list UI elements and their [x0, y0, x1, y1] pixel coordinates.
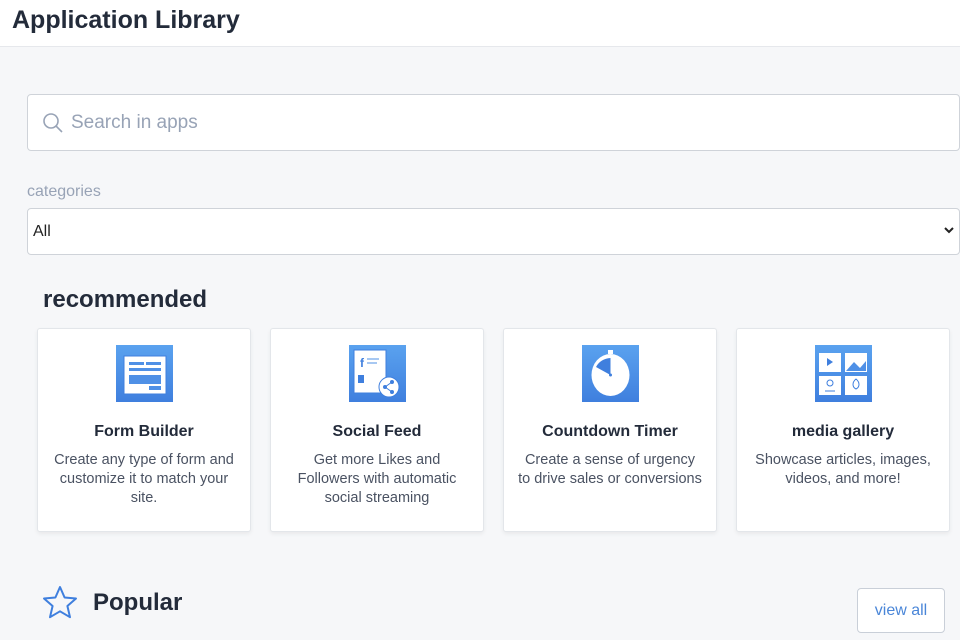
- social-feed-icon: f: [349, 345, 406, 402]
- app-description: Create any type of form and customize it…: [54, 452, 234, 506]
- stopwatch-icon: [582, 345, 639, 402]
- app-card-social-feed[interactable]: f Social Feed Get more Likes and Followe…: [270, 328, 484, 532]
- header: Application Library: [0, 0, 960, 47]
- app-card-countdown-timer[interactable]: Countdown Timer Create a sense of urgenc…: [503, 328, 717, 532]
- recommended-heading: recommended: [43, 286, 208, 313]
- app-card-form-builder[interactable]: Form Builder Create any type of form and…: [37, 328, 251, 532]
- popular-heading: Popular: [93, 589, 183, 616]
- form-icon: [116, 345, 173, 402]
- categories-select[interactable]: All: [27, 208, 960, 255]
- search-input[interactable]: [71, 107, 931, 139]
- gallery-icon: [815, 345, 872, 402]
- app-card-media-gallery[interactable]: media gallery Showcase articles, images,…: [736, 328, 950, 532]
- search-box[interactable]: [27, 94, 960, 151]
- chevron-down-icon: [944, 227, 954, 234]
- star-icon: [43, 586, 77, 619]
- page-title: Application Library: [12, 6, 240, 34]
- app-name: Social Feed: [332, 423, 422, 440]
- app-name: Form Builder: [94, 423, 194, 440]
- app-description: Showcase articles, images, videos, and m…: [755, 452, 931, 487]
- app-description: Create a sense of urgency to drive sales…: [518, 452, 702, 487]
- search-icon: [43, 113, 63, 133]
- view-all-button[interactable]: view all: [857, 588, 945, 633]
- categories-selected: All: [33, 223, 51, 240]
- app-name: media gallery: [791, 423, 895, 440]
- categories-label: categories: [27, 183, 101, 200]
- app-description: Get more Likes and Followers with automa…: [297, 452, 457, 506]
- app-name: Countdown Timer: [542, 423, 678, 440]
